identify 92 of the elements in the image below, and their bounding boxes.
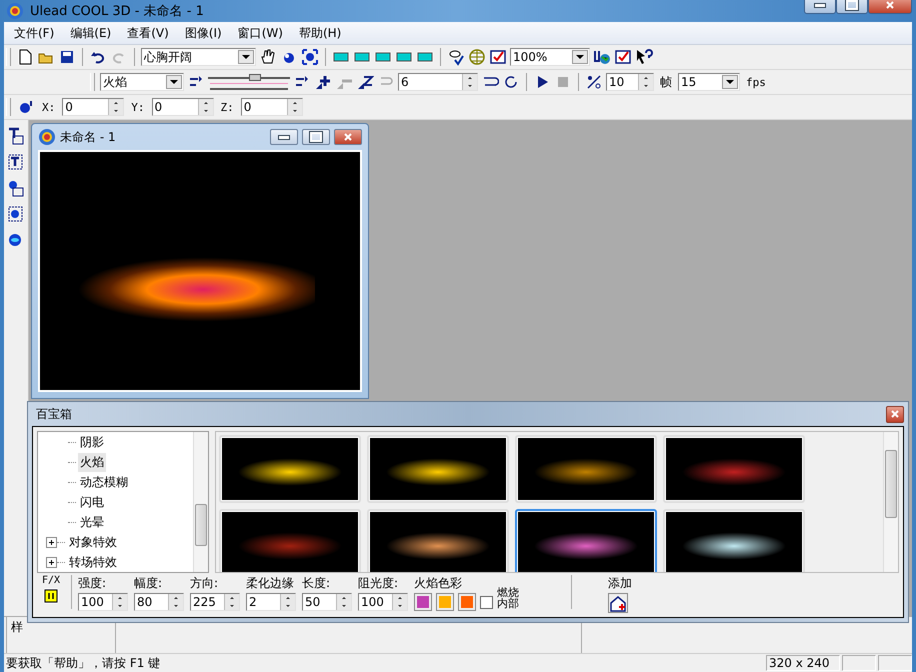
color-swatch[interactable] bbox=[458, 593, 476, 611]
zoom-dropdown[interactable]: 100% bbox=[510, 48, 590, 66]
param-label: 幅度: bbox=[134, 575, 164, 592]
effect-thumbnail[interactable] bbox=[515, 509, 657, 572]
text-dropdown[interactable]: 心胸开阔 bbox=[141, 48, 256, 66]
object-move-icon[interactable] bbox=[17, 98, 35, 116]
panel-title: 百宝箱 bbox=[35, 406, 72, 422]
frames-label: 帧 bbox=[659, 74, 673, 90]
document-title: 未命名 - 1 bbox=[60, 128, 116, 146]
color-swatch[interactable] bbox=[436, 593, 454, 611]
coordinate-field[interactable]: 0 bbox=[152, 98, 214, 116]
close-icon bbox=[343, 132, 353, 142]
fps-dropdown[interactable]: 15 bbox=[678, 73, 740, 91]
status-cell bbox=[842, 655, 876, 671]
frame-number-field[interactable]: 6 bbox=[398, 73, 478, 91]
tree-item[interactable]: 转场特效 bbox=[67, 552, 119, 572]
panel-tab-label[interactable]: 样 bbox=[11, 620, 23, 634]
ball-select-icon[interactable] bbox=[7, 205, 25, 223]
fx-label: F/X bbox=[42, 575, 60, 586]
param-field[interactable]: 2 bbox=[246, 593, 296, 611]
expand-toggle[interactable] bbox=[46, 536, 57, 548]
timeline-slider[interactable] bbox=[208, 72, 290, 92]
menu-item[interactable]: 图像(I) bbox=[178, 24, 228, 42]
app-icon bbox=[38, 128, 56, 146]
close-button[interactable] bbox=[868, 0, 912, 14]
add-label: 添加 bbox=[608, 575, 632, 592]
split-icon[interactable] bbox=[356, 73, 374, 91]
checkbox-icon[interactable] bbox=[489, 48, 507, 66]
globe-icon[interactable] bbox=[468, 48, 486, 66]
param-label: 方向: bbox=[190, 575, 220, 592]
plus-icon[interactable] bbox=[314, 73, 332, 91]
param-field[interactable]: 80 bbox=[134, 593, 184, 611]
axis-label: Y: bbox=[130, 100, 146, 114]
close-button[interactable] bbox=[886, 406, 904, 422]
tree-item[interactable]: 对象特效 bbox=[67, 532, 119, 552]
menu-item[interactable]: 文件(F) bbox=[8, 24, 60, 42]
tree-item[interactable]: 闪电 bbox=[78, 492, 106, 512]
axis-label: Z: bbox=[220, 100, 235, 114]
checkbox-icon[interactable] bbox=[614, 48, 632, 66]
tree-item[interactable]: 动态模糊 bbox=[78, 472, 130, 492]
menu-item[interactable]: 查看(V) bbox=[121, 24, 175, 42]
param-label: 阻光度: bbox=[358, 575, 400, 592]
effect-dropdown[interactable]: 火焰 bbox=[100, 73, 184, 91]
minimize-button[interactable] bbox=[804, 0, 836, 14]
burn-inside-label: 燃烧内部 bbox=[497, 587, 520, 609]
hand-icon[interactable] bbox=[259, 48, 277, 66]
maximize-button[interactable] bbox=[836, 0, 868, 14]
flame-color-label: 火焰色彩 bbox=[414, 575, 463, 592]
tree-item[interactable]: 光晕 bbox=[78, 512, 106, 532]
fit-icon[interactable] bbox=[301, 48, 319, 66]
menu-item[interactable]: 帮助(H) bbox=[292, 24, 348, 42]
maximize-button[interactable] bbox=[302, 129, 330, 145]
ball-create-icon[interactable] bbox=[7, 179, 25, 197]
coordinate-field[interactable]: 0 bbox=[62, 98, 124, 116]
param-label: 强度: bbox=[78, 575, 108, 592]
param-field[interactable]: 50 bbox=[302, 593, 352, 611]
app-icon bbox=[6, 2, 24, 20]
color-swatch[interactable] bbox=[414, 593, 432, 611]
close-icon bbox=[890, 409, 900, 419]
param-field[interactable]: 225 bbox=[190, 593, 240, 611]
save-icon[interactable] bbox=[58, 48, 76, 66]
axis-label: X: bbox=[41, 100, 56, 114]
window-title: Ulead COOL 3D - 未命名 - 1 bbox=[30, 3, 204, 20]
expand-toggle[interactable] bbox=[46, 556, 57, 568]
fps-label: fps bbox=[745, 76, 767, 88]
help-pointer-icon[interactable] bbox=[635, 48, 653, 66]
house-icon[interactable] bbox=[608, 593, 628, 613]
fx-icon[interactable] bbox=[42, 587, 60, 605]
status-text: 要获取「帮助」，请按 F1 键 bbox=[5, 654, 162, 672]
minimize-button[interactable] bbox=[270, 129, 298, 145]
status-cell bbox=[878, 655, 912, 671]
param-field[interactable]: 100 bbox=[358, 593, 408, 611]
eye-check-icon[interactable] bbox=[447, 48, 465, 66]
frames-field[interactable]: 10 bbox=[606, 73, 654, 91]
param-label: 柔化边缘 bbox=[246, 575, 295, 592]
menu-item[interactable]: 窗口(W) bbox=[232, 24, 289, 42]
param-label: 长度: bbox=[302, 575, 332, 592]
param-field[interactable]: 100 bbox=[78, 593, 128, 611]
menu-item[interactable]: 编辑(E) bbox=[64, 24, 118, 42]
burn-inside-checkbox[interactable] bbox=[480, 596, 493, 608]
text-select-icon[interactable] bbox=[7, 153, 25, 171]
scrollbar[interactable] bbox=[883, 432, 898, 572]
close-icon bbox=[885, 0, 895, 10]
tree-item[interactable]: 阴影 bbox=[78, 432, 106, 452]
close-button[interactable] bbox=[334, 129, 362, 145]
percent-icon[interactable] bbox=[585, 73, 603, 91]
image-size-text: 320 x 240 bbox=[766, 655, 840, 671]
earth-icon[interactable] bbox=[593, 48, 611, 66]
tree-item[interactable]: 火焰 bbox=[78, 452, 106, 472]
scrollbar[interactable] bbox=[193, 432, 208, 572]
coordinate-field[interactable]: 0 bbox=[240, 98, 303, 116]
text-create-icon[interactable] bbox=[7, 127, 25, 145]
